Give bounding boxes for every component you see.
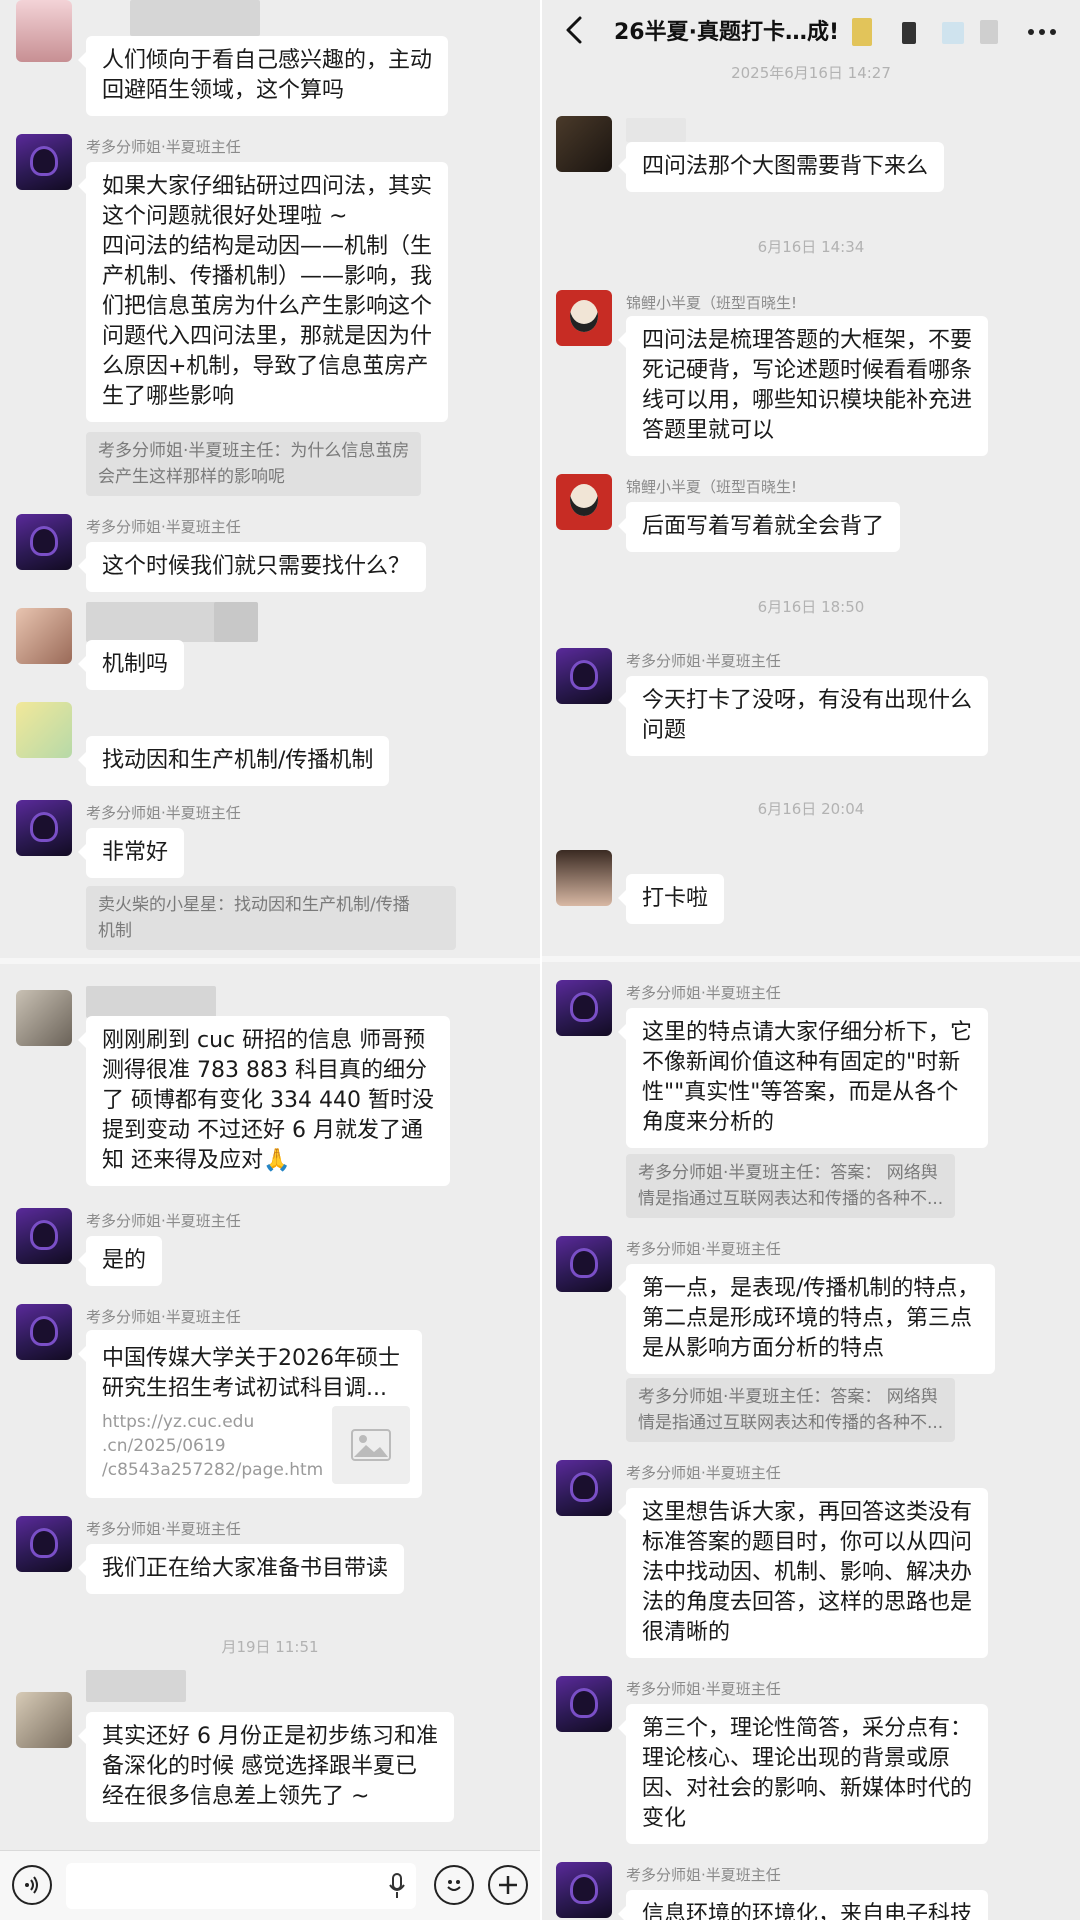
emoji-icon[interactable]	[434, 1865, 474, 1905]
teacher-avatar[interactable]	[16, 800, 72, 856]
sender-name: 考多分师姐·半夏班主任	[86, 804, 241, 822]
sender-name: 锦鲤小半夏（班型百晓生!	[626, 294, 798, 312]
sender-name: 考多分师姐·半夏班主任	[626, 1464, 781, 1482]
jinli-avatar[interactable]	[556, 474, 612, 530]
message-input[interactable]	[66, 1863, 416, 1909]
blurred-name	[86, 986, 216, 1018]
sender-name: 考多分师姐·半夏班主任	[626, 984, 781, 1002]
message-bubble[interactable]: 这里的特点请大家仔细分析下，它 不像新闻价值这种有固定的"时新 性""真实性"等…	[617, 1008, 989, 1148]
blurred-title	[942, 22, 964, 44]
link-title: 中国传媒大学关于2026年硕士 研究生招生考试初试科目调...	[102, 1346, 400, 1401]
right-chat-panel[interactable]: 26半夏·真题打卡…成! 2025年6月16日 14:27 四问法那个大图需要背…	[542, 0, 1080, 1920]
sender-name: 考多分师姐·半夏班主任	[86, 138, 241, 156]
teacher-avatar[interactable]	[16, 1304, 72, 1360]
sender-name: 考多分师姐·半夏班主任	[86, 518, 241, 536]
message-bubble[interactable]: 第一点，是表现/传播机制的特点， 第二点是形成环境的特点，第三点 是从影响方面分…	[617, 1264, 996, 1374]
input-bar	[0, 1850, 540, 1920]
quoted-message[interactable]: 考多分师姐·半夏班主任：答案： 网络舆 情是指通过互联网表达和传播的各种不...	[626, 1154, 956, 1218]
teacher-avatar[interactable]	[556, 1676, 612, 1732]
plus-icon[interactable]	[488, 1865, 528, 1905]
user-avatar[interactable]	[16, 990, 72, 1046]
more-icon[interactable]	[1022, 14, 1062, 48]
message-bubble[interactable]: 四问法那个大图需要背下来么	[617, 142, 945, 192]
message-bubble[interactable]: 这里想告诉大家，再回答这类没有 标准答案的题目时，你可以从四问 法中找动因、机制…	[617, 1488, 989, 1658]
message-bubble[interactable]: 找动因和生产机制/传播机制	[77, 736, 390, 786]
teacher-avatar[interactable]	[556, 980, 612, 1036]
quoted-message[interactable]: 考多分师姐·半夏班主任：为什么信息茧房 会产生这样那样的影响呢	[86, 432, 422, 496]
user-avatar[interactable]	[556, 116, 612, 172]
link-url: https://yz.cuc.edu .cn/2025/0619 /c8543a…	[102, 1412, 324, 1480]
timestamp: 6月16日 14:34	[757, 238, 865, 256]
user-avatar[interactable]	[16, 0, 72, 62]
chat-header: 26半夏·真题打卡…成!	[542, 0, 1080, 62]
blurred-title	[902, 22, 916, 44]
message-bubble[interactable]: 四问法是梳理答题的大框架，不要 死记硬背，写论述题时候看看哪条 线可以用，哪些知…	[617, 316, 989, 456]
message-bubble[interactable]: 人们倾向于看自己感兴趣的，主动 回避陌生领域，这个算吗	[77, 36, 449, 116]
screenshot-divider	[0, 958, 540, 964]
blurred-name	[214, 602, 258, 642]
message-bubble[interactable]: 是的	[77, 1236, 163, 1286]
message-bubble[interactable]: 第三个，理论性简答，采分点有： 理论核心、理论出现的背景或原 因、对社会的影响、…	[617, 1704, 989, 1844]
teacher-avatar[interactable]	[16, 1208, 72, 1264]
sender-name: 考多分师姐·半夏班主任	[626, 652, 781, 670]
back-arrow-icon[interactable]	[558, 10, 592, 50]
message-bubble[interactable]: 今天打卡了没呀，有没有出现什么 问题	[617, 676, 989, 756]
message-bubble[interactable]: 后面写着写着就全会背了	[617, 502, 901, 552]
chat-title[interactable]: 26半夏·真题打卡…成!	[614, 14, 839, 46]
link-card[interactable]: 中国传媒大学关于2026年硕士 研究生招生考试初试科目调... https://…	[78, 1330, 422, 1498]
blurred-name	[626, 118, 686, 142]
message-bubble[interactable]: 这个时候我们就只需要找什么？	[77, 542, 427, 592]
blurred-title	[852, 18, 872, 46]
sender-name: 考多分师姐·半夏班主任	[626, 1240, 781, 1258]
message-bubble[interactable]: 其实还好 6 月份正是初步练习和准 备深化的时候 感觉选择跟半夏已 经在很多信息…	[78, 1712, 454, 1822]
blurred-name	[86, 1670, 186, 1702]
left-chat-panel[interactable]: 人们倾向于看自己感兴趣的，主动 回避陌生领域，这个算吗 考多分师姐·半夏班主任 …	[0, 0, 540, 1920]
teacher-avatar[interactable]	[556, 1236, 612, 1292]
blurred-title	[980, 20, 998, 44]
sender-name: 考多分师姐·半夏班主任	[626, 1866, 781, 1884]
blurred-name	[130, 0, 260, 36]
message-bubble[interactable]: 打卡啦	[617, 874, 725, 924]
image-placeholder-icon	[332, 1406, 410, 1484]
teacher-avatar[interactable]	[16, 1516, 72, 1572]
voice-icon[interactable]	[12, 1865, 52, 1905]
message-bubble[interactable]: 刚刚刷到 cuc 研招的信息 师哥预 测得很准 783 883 科目真的细分 了…	[78, 1016, 450, 1186]
screenshot-collage: 人们倾向于看自己感兴趣的，主动 回避陌生领域，这个算吗 考多分师姐·半夏班主任 …	[0, 0, 1080, 1920]
message-bubble[interactable]: 信息环境的环境化，来自电子科技	[617, 1890, 989, 1920]
message-bubble[interactable]: 如果大家仔细钻研过四问法，其实 这个问题就很好处理啦 ~ 四问法的结构是动因——…	[77, 162, 449, 422]
quoted-message[interactable]: 考多分师姐·半夏班主任：答案： 网络舆 情是指通过互联网表达和传播的各种不...	[626, 1378, 956, 1442]
message-bubble[interactable]: 非常好	[77, 828, 185, 878]
sender-name: 考多分师姐·半夏班主任	[86, 1520, 241, 1538]
sender-name: 考多分师姐·半夏班主任	[86, 1308, 241, 1326]
screenshot-divider	[542, 956, 1080, 962]
user-avatar[interactable]	[16, 702, 72, 758]
timestamp: 2025年6月16日 14:27	[731, 64, 891, 82]
teacher-avatar[interactable]	[16, 514, 72, 570]
teacher-avatar[interactable]	[16, 134, 72, 190]
sender-name: 锦鲤小半夏（班型百晓生!	[626, 478, 798, 496]
timestamp: 月19日 11:51	[221, 1638, 319, 1656]
sender-name: 考多分师姐·半夏班主任	[86, 1212, 241, 1230]
user-avatar[interactable]	[16, 1692, 72, 1748]
message-bubble[interactable]: 我们正在给大家准备书目带读	[77, 1544, 405, 1594]
jinli-avatar[interactable]	[556, 290, 612, 346]
teacher-avatar[interactable]	[556, 648, 612, 704]
timestamp: 6月16日 18:50	[757, 598, 865, 616]
user-avatar[interactable]	[16, 608, 72, 664]
quoted-message[interactable]: 卖火柴的小星星：找动因和生产机制/传播 机制	[86, 886, 456, 950]
mic-icon[interactable]	[388, 1873, 406, 1899]
teacher-avatar[interactable]	[556, 1460, 612, 1516]
teacher-avatar[interactable]	[556, 1862, 612, 1918]
message-bubble[interactable]: 机制吗	[77, 640, 185, 690]
timestamp: 6月16日 20:04	[757, 800, 865, 818]
user-avatar[interactable]	[556, 850, 612, 906]
sender-name: 考多分师姐·半夏班主任	[626, 1680, 781, 1698]
